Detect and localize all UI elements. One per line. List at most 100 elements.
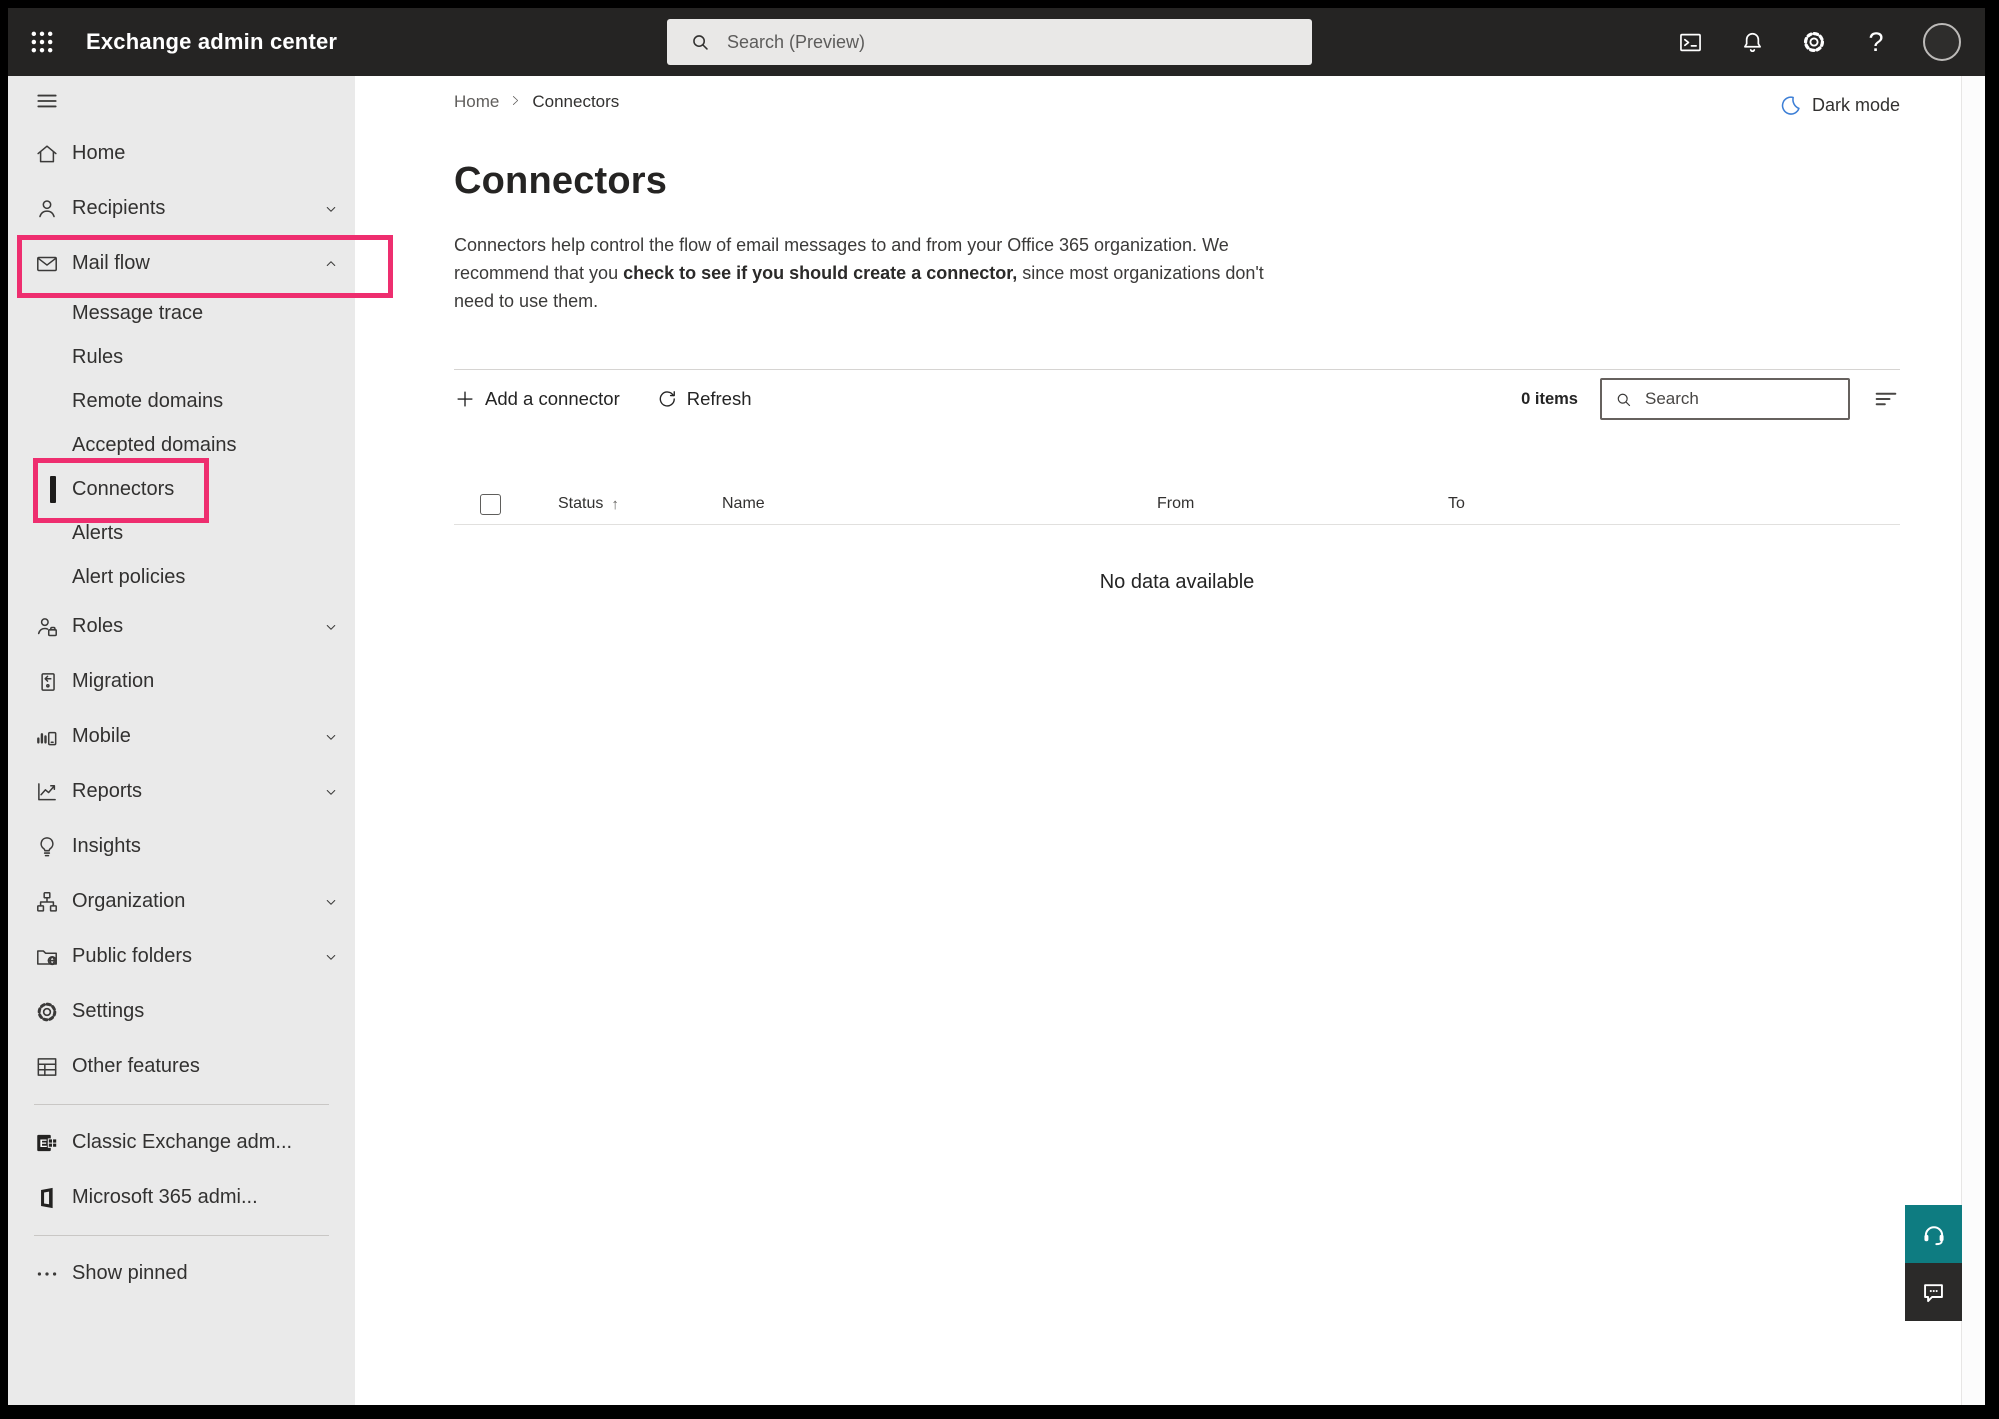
gear-icon — [34, 999, 60, 1025]
ellipsis-icon — [34, 1261, 60, 1287]
sidebar-item-classic-exchange[interactable]: E Classic Exchange adm... — [8, 1115, 355, 1170]
chevron-down-icon — [321, 617, 341, 637]
scrollbar-track[interactable] — [1961, 76, 1985, 1405]
refresh-icon — [656, 388, 678, 410]
home-icon — [34, 141, 60, 167]
support-button[interactable] — [1905, 1205, 1962, 1263]
classic-exchange-logo-icon: E — [34, 1130, 60, 1156]
column-header-from[interactable]: From — [1157, 495, 1448, 513]
settings-button[interactable] — [1799, 27, 1829, 57]
breadcrumb-home-link[interactable]: Home — [454, 92, 499, 112]
app-title: Exchange admin center — [86, 29, 337, 55]
sidebar-item-insights[interactable]: Insights — [8, 819, 355, 874]
sidebar-item-migration[interactable]: Migration — [8, 654, 355, 709]
person-icon — [34, 196, 60, 222]
sidebar-item-organization[interactable]: Organization — [8, 874, 355, 929]
dark-mode-toggle[interactable]: Dark mode — [1779, 94, 1900, 117]
settings-gear-icon — [1800, 28, 1828, 56]
dark-mode-moon-icon — [1779, 94, 1802, 117]
sort-ascending-icon: ↑ — [611, 496, 619, 513]
status-column-label: Status — [558, 495, 603, 513]
empty-table-message: No data available — [454, 571, 1900, 594]
top-app-bar: Exchange admin center — [8, 8, 1985, 76]
mobile-device-icon — [34, 724, 60, 750]
select-all-cell — [454, 494, 558, 515]
line-chart-icon — [34, 779, 60, 805]
sidebar-item-reports[interactable]: Reports — [8, 764, 355, 819]
sidebar-item-recipients[interactable]: Recipients — [8, 181, 355, 236]
chevron-down-icon — [321, 727, 341, 747]
notifications-icon — [1739, 29, 1766, 56]
chevron-down-icon — [321, 892, 341, 912]
refresh-label: Refresh — [687, 388, 752, 410]
powershell-button[interactable] — [1675, 27, 1705, 57]
table-grid-icon — [34, 1054, 60, 1080]
page-description: Connectors help control the flow of emai… — [454, 231, 1302, 315]
sidebar-item-microsoft-365-admin[interactable]: Microsoft 365 admi... — [8, 1170, 355, 1225]
global-search-box[interactable] — [667, 19, 1312, 65]
list-search-input[interactable] — [1643, 388, 1848, 410]
page-title: Connectors — [454, 160, 1900, 203]
sidebar-item-mobile[interactable]: Mobile — [8, 709, 355, 764]
add-icon — [454, 388, 476, 410]
sidebar-item-public-folders[interactable]: Public folders — [8, 929, 355, 984]
sidebar-item-remote-domains[interactable]: Remote domains — [8, 379, 355, 423]
column-header-to[interactable]: To — [1448, 495, 1900, 513]
chevron-down-icon — [321, 782, 341, 802]
create-connector-link[interactable]: check to see if you should create a conn… — [623, 263, 1017, 283]
sidebar-item-roles[interactable]: Roles — [8, 599, 355, 654]
app-launcher-button[interactable] — [20, 20, 64, 64]
sidebar-item-alert-policies[interactable]: Alert policies — [8, 555, 355, 599]
collapse-nav-button[interactable] — [8, 76, 355, 126]
toolbar-right: 0 items — [1521, 378, 1900, 420]
breadcrumb-current: Connectors — [532, 92, 619, 112]
table-header-row: Status ↑ Name From To — [454, 484, 1900, 525]
sidebar-item-alerts[interactable]: Alerts — [8, 511, 355, 555]
sidebar-item-connectors[interactable]: Connectors — [8, 467, 355, 511]
sidebar-item-mail-flow[interactable]: Mail flow — [8, 236, 355, 291]
column-header-name[interactable]: Name — [722, 495, 1157, 513]
search-icon — [689, 31, 711, 53]
powershell-icon — [1677, 29, 1704, 56]
sidebar-item-other-features[interactable]: Other features — [8, 1039, 355, 1094]
help-button[interactable]: ? — [1861, 27, 1891, 57]
filter-button[interactable] — [1872, 385, 1900, 413]
select-all-checkbox[interactable] — [480, 494, 501, 515]
add-connector-button[interactable]: Add a connector — [454, 388, 620, 410]
refresh-button[interactable]: Refresh — [656, 388, 752, 410]
sidebar-item-settings[interactable]: Settings — [8, 984, 355, 1039]
search-icon — [1614, 390, 1633, 409]
sidebar-item-message-trace[interactable]: Message trace — [8, 291, 355, 335]
filter-icon — [1872, 385, 1900, 413]
dark-mode-label: Dark mode — [1812, 95, 1900, 116]
connectors-toolbar: Add a connector Refresh 0 items — [454, 370, 1900, 428]
org-chart-icon — [34, 889, 60, 915]
help-icon: ? — [1868, 29, 1883, 56]
feedback-icon — [1920, 1279, 1947, 1306]
list-search-box[interactable] — [1600, 378, 1850, 420]
breadcrumb: Home Connectors — [454, 76, 1900, 112]
sidebar-item-accepted-domains[interactable]: Accepted domains — [8, 423, 355, 467]
column-header-status[interactable]: Status ↑ — [558, 495, 722, 513]
support-headset-icon — [1920, 1220, 1948, 1248]
migration-document-icon — [34, 669, 60, 695]
app-launcher-icon — [28, 28, 56, 56]
sidebar-item-show-pinned[interactable]: Show pinned — [8, 1246, 355, 1301]
sidebar-item-home[interactable]: Home — [8, 126, 355, 181]
notifications-button[interactable] — [1737, 27, 1767, 57]
chevron-right-icon — [509, 92, 522, 112]
main-content: Home Connectors Dark mode Connectors Con… — [355, 76, 1962, 1405]
chevron-up-icon — [321, 254, 341, 274]
folder-globe-icon — [34, 944, 60, 970]
add-connector-label: Add a connector — [485, 388, 620, 410]
sidebar-item-rules[interactable]: Rules — [8, 335, 355, 379]
selected-indicator — [50, 476, 56, 503]
account-avatar[interactable] — [1923, 23, 1961, 61]
left-navigation: Home Recipients Mail flow Message trace … — [8, 76, 355, 1405]
chevron-down-icon — [321, 199, 341, 219]
topbar-action-icons: ? — [1675, 8, 1961, 76]
chevron-down-icon — [321, 947, 341, 967]
roles-person-badge-icon — [34, 614, 60, 640]
feedback-button[interactable] — [1905, 1263, 1962, 1321]
global-search-input[interactable] — [725, 31, 1312, 54]
